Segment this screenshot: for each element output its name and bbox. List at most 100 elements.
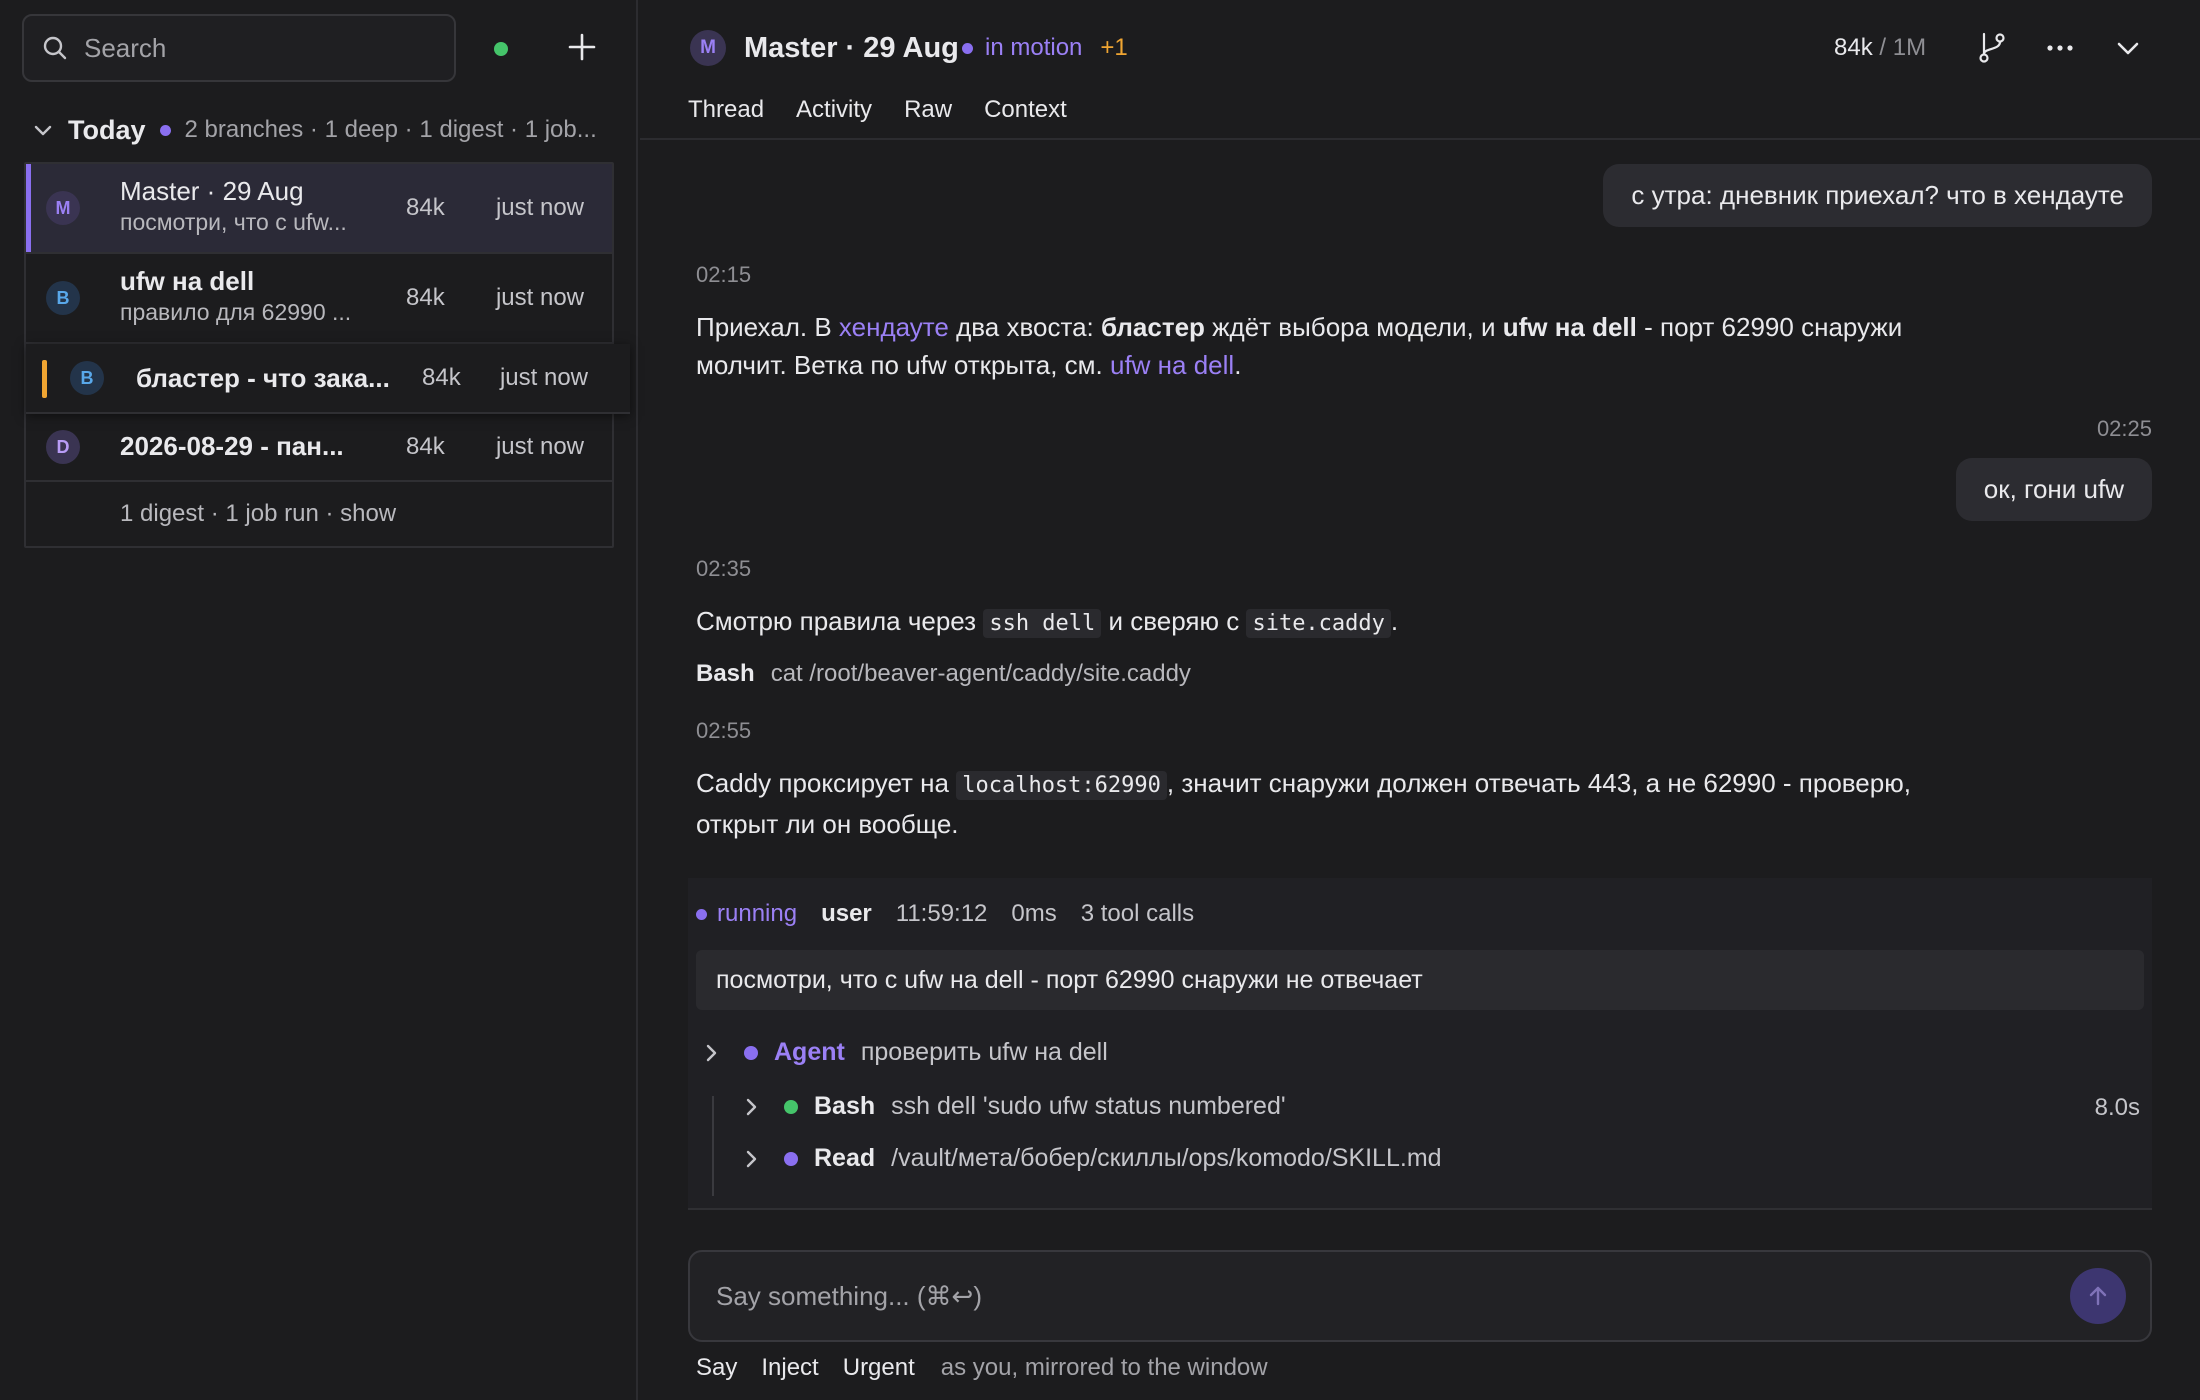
branch-icon[interactable] — [1974, 30, 2010, 66]
thread-state: in motion +1 — [962, 34, 1128, 62]
inline-code: site.caddy — [1246, 609, 1391, 638]
thread-item-blaster[interactable]: B бластер - что зака... 84k just now — [26, 344, 630, 414]
search-icon — [43, 36, 67, 60]
mode-inject[interactable]: Inject — [761, 1354, 818, 1382]
message-timestamp: 02:15 — [696, 262, 752, 287]
thread-item-digest[interactable]: D 2026-08-29 - пан... 84k just now — [26, 414, 612, 482]
tool-label: Bash — [814, 1092, 876, 1120]
state-label: in motion — [985, 34, 1083, 61]
thread-subtitle: посмотри, что с ufw... — [120, 209, 347, 235]
tool-desc: /vault/мета/бобер/скиллы/ops/komodo/SKIL… — [891, 1144, 1442, 1172]
tool-call-line[interactable]: Bash cat /root/beaver-agent/caddy/site.c… — [696, 660, 1191, 688]
mode-say[interactable]: Say — [696, 1354, 737, 1382]
bold-text: бластер — [1100, 312, 1205, 342]
tree-connector — [712, 1096, 714, 1196]
message-feed: с утра: дневник приехал? что в хендауте … — [640, 142, 2200, 1212]
inline-code: localhost:62990 — [956, 771, 1167, 800]
page-title: Master · 29 Aug — [744, 32, 959, 64]
tool-row-bash[interactable]: Bash ssh dell 'sudo ufw status numbered' — [740, 1092, 1286, 1121]
chevron-down-icon[interactable] — [32, 119, 54, 141]
thread-title: 2026-08-29 - пан... — [120, 431, 344, 461]
show-more-link[interactable]: 1 digest · 1 job run · show — [26, 482, 612, 546]
thread-tokens: 84k — [406, 284, 445, 311]
tool-args: cat /root/beaver-agent/caddy/site.caddy — [770, 660, 1191, 687]
bold-text: ufw на dell — [1502, 312, 1637, 342]
token-usage: 84k / 1M — [1834, 34, 1926, 62]
handout-link[interactable]: хендауте — [839, 312, 949, 342]
thread-time: just now — [499, 364, 588, 391]
text: . — [1234, 350, 1242, 380]
chevron-right-icon[interactable] — [700, 1042, 722, 1064]
assistant-message: Caddy проксирует на localhost:62990, зна… — [696, 764, 1956, 843]
thread-item-ufw[interactable]: B ufw на dell правило для 62990 ... 84k … — [26, 254, 612, 344]
message-timestamp: 02:55 — [696, 718, 752, 743]
tool-status-dot — [784, 1099, 798, 1114]
assistant-message: Приехал. В хендауте два хвоста: бластер … — [696, 308, 1956, 384]
mode-hint: as you, mirrored to the window — [940, 1354, 1268, 1381]
tab-thread[interactable]: Thread — [688, 96, 764, 124]
run-duration: 0ms — [1011, 900, 1057, 927]
tokens-limit: 1M — [1892, 34, 1927, 61]
user-message: с утра: дневник приехал? что в хендауте — [1603, 164, 2152, 227]
agent-row[interactable]: Agent проверить ufw на dell — [700, 1038, 1108, 1067]
run-time: 11:59:12 — [895, 900, 988, 927]
thread-time: just now — [495, 194, 584, 221]
chevron-down-icon[interactable] — [2110, 30, 2146, 66]
run-prompt: посмотри, что с ufw на dell - порт 62990… — [696, 950, 2144, 1010]
search-input[interactable]: Search — [84, 33, 166, 64]
tab-context[interactable]: Context — [984, 96, 1067, 124]
tab-activity[interactable]: Activity — [796, 96, 872, 124]
run-tool-calls: 3 tool calls — [1080, 900, 1195, 927]
more-icon[interactable] — [2042, 30, 2078, 66]
tab-raw[interactable]: Raw — [904, 96, 952, 124]
thread-title: Master · 29 Aug — [120, 176, 304, 206]
thread-title: ufw на dell — [120, 266, 255, 296]
tool-label: Read — [814, 1144, 876, 1172]
thread-list: M Master · 29 Aug посмотри, что с ufw...… — [24, 162, 630, 548]
thread-item-master[interactable]: M Master · 29 Aug посмотри, что с ufw...… — [26, 164, 612, 254]
text: Caddy проксирует на — [696, 768, 957, 798]
search-box[interactable]: Search — [22, 14, 456, 82]
thread-subtitle: правило для 62990 ... — [120, 299, 352, 325]
state-dot — [962, 42, 973, 54]
text: два хвоста: — [948, 312, 1101, 342]
tool-status-dot — [784, 1151, 798, 1166]
main-pane: M Master · 29 Aug in motion +1 84k / 1M … — [640, 0, 2200, 1400]
mode-urgent[interactable]: Urgent — [843, 1354, 915, 1382]
new-thread-plus-icon[interactable] — [565, 30, 599, 64]
thread-tokens: 84k — [406, 194, 445, 221]
assistant-message: Смотрю правила через ssh dell и сверяю с… — [696, 602, 1956, 643]
branch-link[interactable]: ufw на dell — [1110, 350, 1234, 380]
message-timestamp: 02:25 — [2096, 416, 2152, 441]
arrow-up-icon — [2089, 1286, 2107, 1306]
avatar: M — [46, 191, 80, 225]
avatar: B — [70, 361, 104, 395]
selected-indicator — [26, 164, 31, 252]
text: . — [1390, 606, 1399, 636]
thread-time: just now — [495, 284, 584, 311]
thread-tokens: 84k — [406, 433, 445, 460]
running-dot — [696, 908, 707, 920]
thread-tokens: 84k — [422, 364, 461, 391]
agent-desc: проверить ufw на dell — [860, 1038, 1108, 1066]
connection-status-dot — [494, 42, 508, 56]
agent-label: Agent — [774, 1038, 845, 1066]
text: Смотрю правила через — [696, 606, 984, 636]
agent-dot — [744, 1045, 758, 1060]
chevron-right-icon[interactable] — [740, 1096, 762, 1118]
tokens-used: 84k — [1834, 34, 1873, 61]
run-status: running — [717, 900, 798, 927]
message-timestamp: 02:35 — [696, 556, 752, 581]
send-button[interactable] — [2070, 1268, 2126, 1324]
composer-input[interactable]: Say something... (⌘↩) — [716, 1281, 982, 1312]
chevron-right-icon[interactable] — [740, 1148, 762, 1170]
sidebar: Search Today 2 branches · 1 deep · 1 dig… — [0, 0, 638, 1400]
extra-count-badge[interactable]: +1 — [1100, 34, 1127, 62]
group-header-today[interactable]: Today 2 branches · 1 deep · 1 digest · 1… — [32, 110, 612, 150]
text: и сверяю с — [1101, 606, 1247, 636]
tool-desc: ssh dell 'sudo ufw status numbered' — [891, 1092, 1286, 1120]
inline-code: ssh dell — [983, 609, 1102, 638]
message-composer[interactable]: Say something... (⌘↩) — [688, 1250, 2152, 1342]
group-meta: 2 branches · 1 deep · 1 digest · 1 job..… — [184, 116, 597, 143]
tool-row-read[interactable]: Read /vault/мета/бобер/скиллы/ops/komodo… — [740, 1144, 1442, 1173]
